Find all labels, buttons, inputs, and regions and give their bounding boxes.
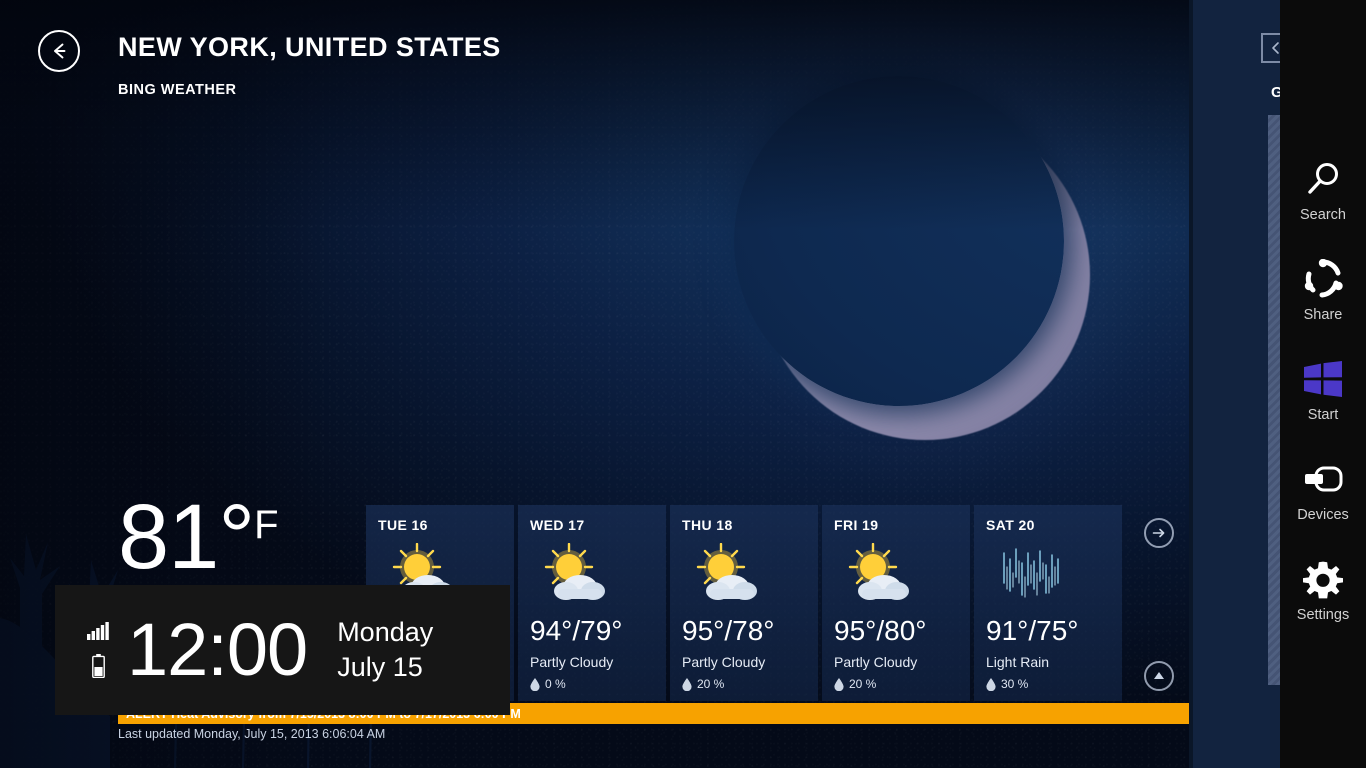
snapped-panel-scrollbar[interactable] [1268, 115, 1280, 685]
battery-icon [91, 654, 105, 678]
forecast-precipitation: 20 % [682, 677, 806, 691]
snapped-panel-title: G [1271, 84, 1280, 101]
last-updated-label: Last updated Monday, July 15, 2013 6:06:… [118, 727, 386, 741]
back-button[interactable] [38, 30, 80, 72]
forecast-day-label: WED 17 [530, 517, 585, 533]
clock-weekday: Monday [337, 617, 434, 648]
water-drop-icon [986, 677, 996, 691]
forecast-precipitation-value: 20 % [849, 677, 877, 691]
light-rain-icon [986, 537, 1110, 611]
charm-settings[interactable]: Settings [1280, 540, 1366, 640]
forecast-precipitation-value: 20 % [697, 677, 725, 691]
forecast-condition: Partly Cloudy [834, 654, 918, 670]
charm-share[interactable]: Share [1280, 240, 1366, 340]
charms-bar: Search Share Start Devices Settings [1280, 0, 1366, 768]
forecast-card[interactable]: THU 18 95°/78° Partly Cloudy 20 % [670, 505, 818, 701]
panel-divider [1189, 0, 1193, 768]
status-icons [85, 622, 111, 678]
screen: NEW YORK, UNITED STATES BING WEATHER 81°… [0, 0, 1366, 768]
sun-behind-cloud-icon [834, 537, 958, 611]
forecast-scroll-right-button[interactable] [1144, 518, 1174, 548]
back-arrow-icon [54, 43, 66, 59]
charm-settings-label: Settings [1296, 606, 1350, 623]
forecast-temp: 94°/79° [530, 615, 623, 646]
forecast-temp: 95°/78° [682, 615, 775, 646]
snapped-app-panel[interactable]: G [1189, 0, 1280, 768]
forecast-temp: 95°/80° [834, 615, 927, 646]
forecast-temp: 91°/75° [986, 615, 1079, 646]
snapped-panel-back-button[interactable] [1261, 33, 1280, 63]
forecast-card[interactable]: FRI 19 95°/80° Partly Cloudy 20 % [822, 505, 970, 701]
charm-search[interactable]: Search [1280, 140, 1366, 240]
forecast-day-label: FRI 19 [834, 517, 879, 533]
forecast-day-label: THU 18 [682, 517, 733, 533]
forecast-precipitation: 20 % [834, 677, 958, 691]
forecast-card[interactable]: WED 17 94°/79° Partly Cloudy 0 % [518, 505, 666, 701]
devices-icon [1302, 458, 1344, 500]
app-name-label: BING WEATHER [118, 82, 237, 98]
scroll-up-button[interactable] [1144, 661, 1174, 691]
forecast-condition: Light Rain [986, 654, 1050, 670]
charm-start-label: Start [1307, 406, 1339, 423]
forecast-condition: Partly Cloudy [530, 654, 614, 670]
signal-bars-icon [87, 622, 109, 640]
charm-start[interactable]: Start [1280, 340, 1366, 440]
temperature-unit: F [254, 503, 279, 547]
water-drop-icon [682, 677, 692, 691]
forecast-precipitation-value: 30 % [1001, 677, 1029, 691]
page-title: NEW YORK, UNITED STATES [118, 32, 501, 62]
forecast-precipitation: 0 % [530, 677, 654, 691]
forecast-precipitation: 30 % [986, 677, 1110, 691]
clock-date: Monday July 15 [337, 615, 433, 684]
back-arrow-icon [1272, 42, 1279, 54]
sun-behind-cloud-icon [682, 537, 806, 611]
forecast-day-label: TUE 16 [378, 517, 428, 533]
forecast-condition: Partly Cloudy [682, 654, 766, 670]
water-drop-icon [834, 677, 844, 691]
clock-time: 12:00 [127, 608, 308, 691]
app-header: NEW YORK, UNITED STATES BING WEATHER [0, 0, 1189, 98]
gear-icon [1303, 558, 1343, 600]
forecast-precipitation-value: 0 % [545, 677, 566, 691]
forecast-day-label: SAT 20 [986, 517, 1035, 533]
current-temperature-value: 81° [118, 486, 255, 588]
forecast-card[interactable]: SAT 20 91°/75° Light Rain 30 % [974, 505, 1122, 701]
sun-behind-cloud-icon [530, 537, 654, 611]
charm-search-label: Search [1300, 206, 1346, 223]
clock-overlay: 12:00 Monday July 15 [55, 585, 510, 715]
current-temperature: 81°F [118, 491, 378, 583]
water-drop-icon [530, 677, 540, 691]
search-icon [1303, 158, 1343, 200]
clock-day-month: July 15 [337, 652, 423, 682]
arrow-right-circle-icon [1152, 528, 1165, 538]
charm-devices[interactable]: Devices [1280, 440, 1366, 540]
charm-share-label: Share [1303, 306, 1343, 323]
windows-logo-icon [1303, 358, 1343, 400]
charm-devices-label: Devices [1297, 506, 1349, 523]
share-icon [1302, 258, 1344, 300]
arrow-up-circle-icon [1154, 672, 1164, 679]
